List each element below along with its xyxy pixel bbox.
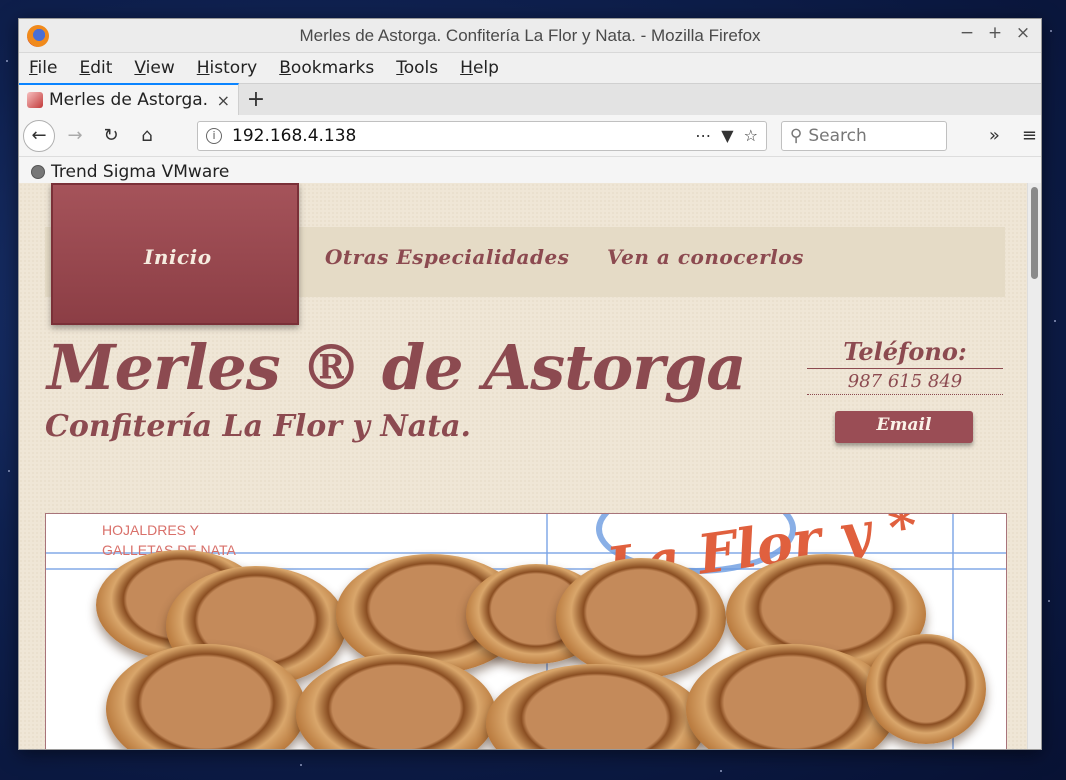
page-viewport: Inicio Otras Especialidades Ven a conoce…: [19, 183, 1029, 749]
search-input[interactable]: ⚲ Search: [780, 120, 947, 151]
maximize-button[interactable]: +: [987, 23, 1003, 43]
url-bar[interactable]: i 192.168.4.138 ⋯ ▼ ☆: [197, 120, 767, 151]
overflow-icon[interactable]: »: [989, 125, 1000, 146]
menu-bar: File Edit View History Bookmarks Tools H…: [19, 53, 1041, 83]
menu-help[interactable]: Help: [460, 58, 499, 78]
menu-file[interactable]: File: [29, 58, 57, 78]
reload-icon[interactable]: ↻: [95, 120, 127, 152]
tab-active[interactable]: Merles de Astorga. Confitería La Flor y …: [19, 83, 239, 115]
minimize-button[interactable]: −: [959, 23, 975, 43]
hamburger-menu-icon[interactable]: ≡: [1022, 125, 1037, 146]
tab-strip: Merles de Astorga. Confitería La Flor y …: [19, 83, 1041, 115]
window-title: Merles de Astorga. Confitería La Flor y …: [299, 26, 761, 45]
close-button[interactable]: ×: [1015, 23, 1031, 43]
nav-otras-especialidades[interactable]: Otras Especialidades: [325, 245, 569, 269]
menu-bookmarks[interactable]: Bookmarks: [279, 58, 374, 78]
site-favicon-icon: [27, 92, 43, 108]
bookmark-item[interactable]: Trend Sigma VMware: [51, 162, 229, 182]
forward-icon[interactable]: →: [59, 120, 91, 152]
site-title: Merles ® de Astorga: [47, 331, 746, 404]
more-actions-icon[interactable]: ⋯: [695, 126, 711, 145]
back-icon[interactable]: ←: [23, 119, 55, 152]
tab-title: Merles de Astorga. Confitería La Flor y …: [49, 90, 211, 110]
scroll-thumb[interactable]: [1031, 187, 1038, 279]
page-scrollbar[interactable]: [1027, 183, 1041, 749]
info-icon[interactable]: i: [206, 127, 222, 144]
navigation-toolbar: ← → ↻ ⌂ i 192.168.4.138 ⋯ ▼ ☆ ⚲ Search »…: [19, 115, 1041, 157]
menu-view[interactable]: View: [134, 58, 174, 78]
browser-window: Merles de Astorga. Confitería La Flor y …: [18, 18, 1042, 750]
menu-tools[interactable]: Tools: [396, 58, 438, 78]
tab-close-icon[interactable]: ×: [217, 91, 230, 110]
menu-edit[interactable]: Edit: [79, 58, 112, 78]
pocket-icon[interactable]: ▼: [721, 126, 733, 145]
search-icon: ⚲: [789, 125, 803, 146]
home-icon[interactable]: ⌂: [131, 120, 163, 152]
nav-inicio[interactable]: Inicio: [144, 245, 212, 269]
title-bar: Merles de Astorga. Confitería La Flor y …: [19, 19, 1041, 53]
phone-label: Teléfono:: [807, 337, 1003, 369]
search-placeholder: Search: [808, 125, 867, 146]
globe-icon: [31, 164, 45, 179]
nav-ven-a-conocerlos[interactable]: Ven a conocerlos: [607, 245, 804, 269]
url-text[interactable]: 192.168.4.138: [232, 126, 685, 146]
email-button[interactable]: Email: [835, 411, 973, 443]
phone-number: 987 615 849: [807, 371, 1003, 395]
new-tab-button[interactable]: +: [239, 85, 273, 115]
site-subtitle: Confitería La Flor y Nata.: [45, 409, 471, 444]
bookmark-star-icon[interactable]: ☆: [744, 126, 758, 145]
hero-image: HOJALDRES Y GALLETAS DE NATA La Flor y *: [45, 513, 1007, 749]
menu-history[interactable]: History: [197, 58, 258, 78]
